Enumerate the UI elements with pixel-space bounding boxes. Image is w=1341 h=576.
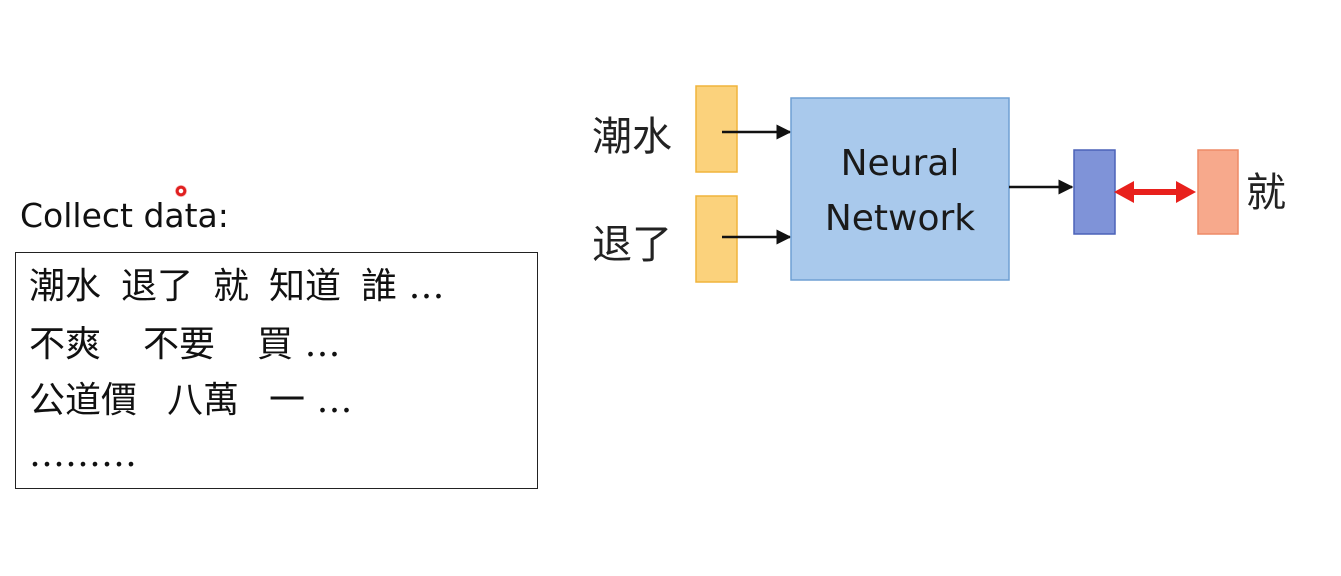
input-vector-2 [695, 195, 738, 283]
neural-network-diagram: 潮水 退了 Neural Network 就 [592, 85, 1286, 283]
input-word-2: 退了 [592, 222, 672, 268]
target-word: 就 [1246, 170, 1286, 216]
slide: Collect data: 潮水 退了就知道誰 … 不爽 不要買 … 公道價 八萬一 … [0, 0, 1341, 576]
neural-network-box [790, 97, 1010, 281]
network-label-line-1: Neural [841, 143, 960, 184]
compare-double-arrow [1114, 181, 1196, 203]
input-word-1: 潮水 [592, 114, 672, 160]
network-label-line-2: Network [825, 198, 975, 239]
input-vector-1 [695, 85, 738, 173]
output-vector [1073, 149, 1116, 235]
target-vector [1197, 149, 1239, 235]
